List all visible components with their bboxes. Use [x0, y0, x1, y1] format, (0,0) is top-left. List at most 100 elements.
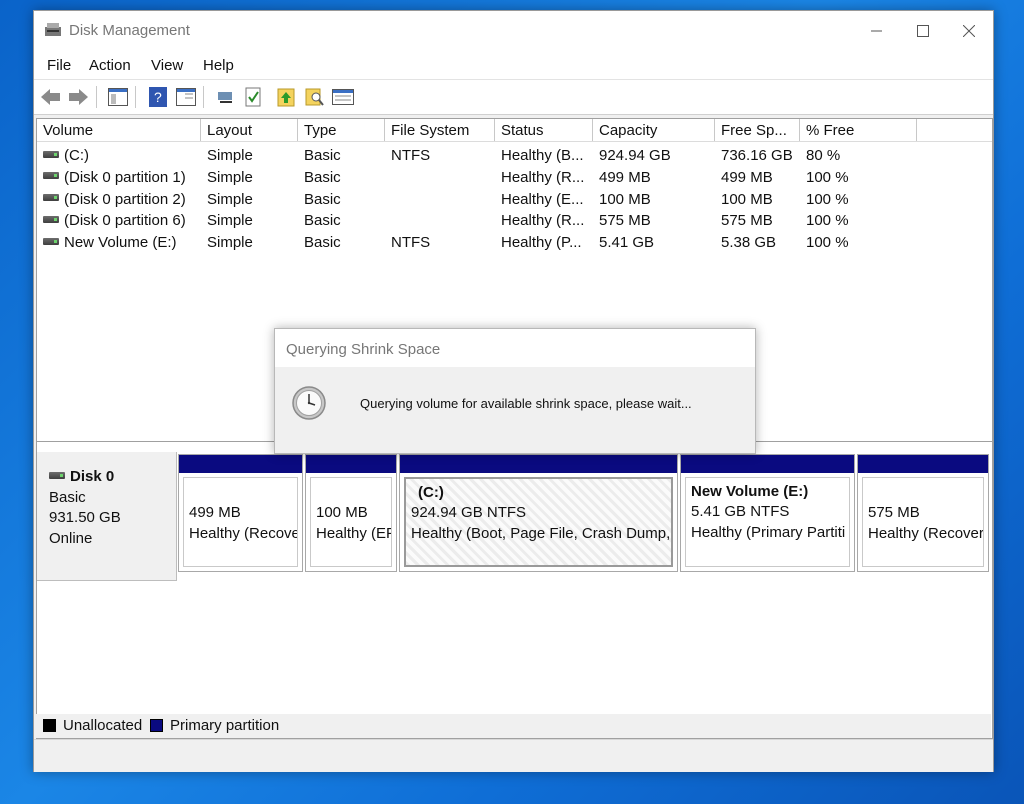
cell-text: 80 %	[806, 147, 841, 164]
disk-size: 931.50 GB	[49, 509, 121, 526]
menu-help[interactable]: Help	[203, 57, 234, 74]
connect-disk-button[interactable]	[215, 86, 237, 108]
cell-text: Simple	[207, 190, 253, 208]
column-header-type[interactable]: Type	[298, 119, 385, 141]
title-bar[interactable]: Disk Management	[34, 11, 993, 51]
volume-drive-icon	[43, 172, 59, 180]
back-button[interactable]	[40, 86, 62, 108]
connect-icon	[218, 92, 232, 103]
cell-free: 100 MB	[715, 189, 800, 211]
cell-text: 100 MB	[599, 190, 651, 208]
legend-label-unallocated: Unallocated	[63, 717, 143, 734]
cell-pct: 100 %	[800, 189, 917, 211]
cell-text: (C:)	[64, 147, 89, 164]
dialog-title: Querying Shrink Space	[286, 341, 441, 358]
cell-text: 736.16 GB	[721, 147, 793, 164]
cell-text: Basic	[304, 234, 341, 251]
clock-icon	[292, 386, 326, 420]
column-header-capacity[interactable]: Capacity	[593, 119, 715, 141]
cell-fs	[385, 167, 495, 189]
cell-text: 100 %	[806, 190, 849, 208]
column-header-status[interactable]: Status	[495, 119, 593, 141]
properties-button[interactable]	[175, 86, 197, 108]
cell-volume: (Disk 0 partition 1)	[37, 167, 201, 189]
partition-bar	[306, 455, 396, 473]
disk-state: Online	[49, 530, 93, 547]
cell-text: 499 MB	[721, 168, 773, 186]
cell-free: 5.38 GB	[715, 232, 800, 254]
partition-body: 100 MB Healthy (EF	[310, 477, 392, 567]
cell-text: Simple	[207, 168, 253, 186]
partition-recovery-1[interactable]: 499 MB Healthy (Recove	[178, 454, 303, 572]
properties-icon	[176, 88, 196, 106]
disk-0-label[interactable]: Disk 0 Basic 931.50 GB Online	[37, 452, 177, 581]
cell-text: Healthy (R...	[501, 212, 585, 230]
column-header-file-system[interactable]: File System	[385, 119, 495, 141]
cell-text: Basic	[304, 190, 341, 208]
cell-text: 5.41 GB	[599, 234, 655, 251]
maximize-button[interactable]	[900, 11, 946, 51]
status-bar	[34, 739, 993, 772]
table-row[interactable]: (Disk 0 partition 6) Simple Basic Healthy (…	[37, 210, 992, 232]
minimize-button[interactable]	[854, 11, 900, 51]
column-header-volume[interactable]: Volume	[37, 119, 201, 141]
partition-size: 5.41 GB NTFS	[691, 503, 790, 520]
menu-view[interactable]: View	[151, 57, 183, 74]
volume-list-header: Volume Layout Type File System Status Ca…	[37, 119, 992, 142]
cell-text: 100 %	[806, 212, 849, 230]
search-button[interactable]	[304, 86, 326, 108]
cell-status: Healthy (E...	[495, 189, 593, 211]
help-button[interactable]: ?	[147, 86, 169, 108]
partition-c[interactable]: (C:) 924.94 GB NTFS Healthy (Boot, Page …	[399, 454, 678, 572]
partition-status: Healthy (Primary Partiti	[691, 524, 846, 541]
table-row[interactable]: (Disk 0 partition 1) Simple Basic Healthy (…	[37, 167, 992, 189]
cell-text: Simple	[207, 212, 253, 230]
cell-text: 5.38 GB	[721, 234, 777, 251]
list-button[interactable]	[332, 86, 354, 108]
cell-type: Basic	[298, 145, 385, 167]
column-header-percent-free[interactable]: % Free	[800, 119, 917, 141]
disk-drive-icon	[49, 471, 65, 479]
partition-status: Healthy (Recove	[189, 525, 298, 542]
dialog-title-bar[interactable]: Querying Shrink Space	[275, 329, 755, 367]
console-tree-icon	[108, 88, 128, 106]
show-hide-console-tree-button[interactable]	[107, 86, 129, 108]
cell-fs	[385, 189, 495, 211]
column-header-layout[interactable]: Layout	[201, 119, 298, 141]
table-row[interactable]: (Disk 0 partition 2) Simple Basic Healthy (…	[37, 189, 992, 211]
cell-text: Basic	[304, 168, 341, 186]
cell-capacity: 575 MB	[593, 210, 715, 232]
partition-recovery-2[interactable]: 575 MB Healthy (Recover	[857, 454, 989, 572]
cell-status: Healthy (P...	[495, 232, 593, 254]
menu-bar: File Action View Help	[34, 51, 993, 79]
window-title: Disk Management	[69, 22, 190, 39]
volume-drive-icon	[43, 237, 59, 245]
cell-layout: Simple	[201, 189, 298, 211]
table-row[interactable]: New Volume (E:) Simple Basic NTFS Healthy (P…	[37, 232, 992, 254]
querying-shrink-space-dialog[interactable]: Querying Shrink Space Querying volume fo…	[274, 328, 756, 454]
close-button[interactable]	[946, 11, 992, 51]
toolbar-separator	[135, 86, 136, 108]
legend-label-primary: Primary partition	[170, 717, 280, 734]
cell-layout: Simple	[201, 232, 298, 254]
check-button[interactable]	[243, 86, 265, 108]
menu-file[interactable]: File	[47, 57, 71, 74]
column-header-free-space[interactable]: Free Sp...	[715, 119, 800, 141]
partition-size: 499 MB	[189, 504, 241, 521]
cell-text: 100 %	[806, 168, 849, 186]
cell-text: Healthy (R...	[501, 168, 585, 186]
forward-button[interactable]	[67, 86, 89, 108]
volume-drive-icon	[43, 150, 59, 158]
menu-action[interactable]: Action	[89, 57, 131, 74]
partition-e[interactable]: New Volume (E:) 5.41 GB NTFS Healthy (Pr…	[680, 454, 855, 572]
partition-efi[interactable]: 100 MB Healthy (EF	[305, 454, 397, 572]
cell-type: Basic	[298, 189, 385, 211]
table-row[interactable]: (C:) Simple Basic NTFS Healthy (B... 924.94 G…	[37, 145, 992, 167]
partition-bar	[179, 455, 302, 473]
up-button[interactable]	[275, 86, 297, 108]
disk-name: Disk 0	[49, 468, 114, 485]
cell-type: Basic	[298, 210, 385, 232]
maximize-icon	[917, 25, 929, 37]
cell-text: NTFS	[391, 147, 431, 164]
close-icon	[963, 25, 975, 37]
